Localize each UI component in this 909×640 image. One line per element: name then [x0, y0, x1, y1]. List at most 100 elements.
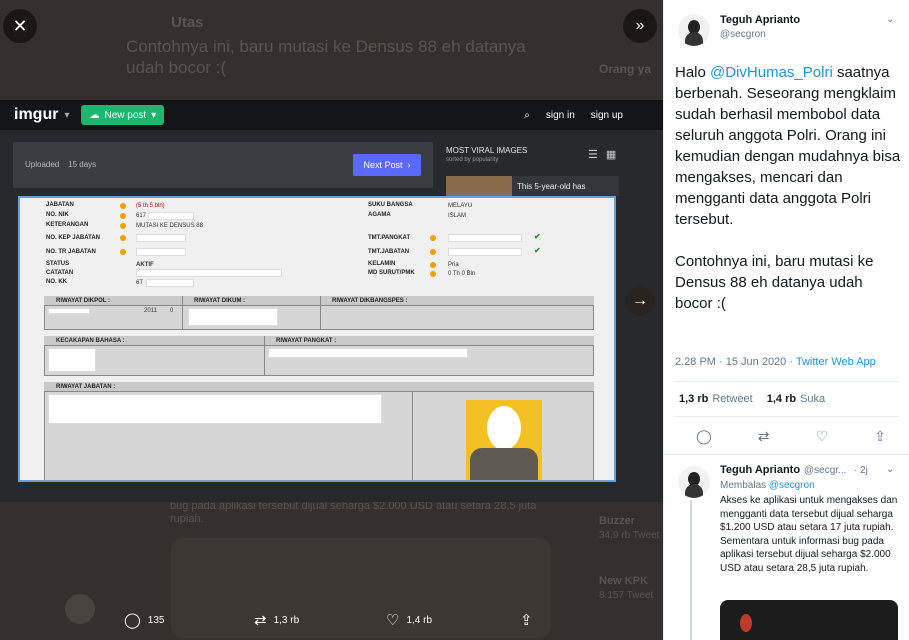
doc-val-nik: 617: [136, 213, 147, 219]
chevron-down-icon[interactable]: ⌄: [886, 464, 894, 475]
redaction-box: [136, 269, 282, 277]
doc-label-catatan: CATATAN: [46, 270, 74, 276]
help-icon: [120, 249, 126, 255]
retweet-stat[interactable]: 1,3 rb Retweet: [679, 393, 753, 405]
doc-val-jabatan: (5 th 5 bln): [136, 203, 165, 209]
doc-val-suku: MELAYU: [448, 203, 473, 209]
like-action[interactable]: ♡ 1,4 rb: [386, 611, 432, 629]
doc-riwayat-dikpol: RIWAYAT DIKPOL :: [56, 298, 111, 304]
section-header-bar: [44, 296, 594, 306]
doc-val-kk: 6T: [136, 280, 144, 286]
redaction-box: [48, 308, 90, 314]
help-icon: [430, 271, 436, 277]
author-handle[interactable]: @secgron: [720, 29, 766, 40]
doc-label-nik: NO. NIK: [46, 212, 69, 218]
heart-icon[interactable]: ♡: [816, 428, 829, 445]
uploaded-info: Uploaded 15 days: [25, 160, 97, 169]
sign-up-link: sign up: [590, 109, 623, 121]
section-divider: [182, 296, 183, 330]
reply-icon: ◯: [124, 612, 141, 629]
post-header-panel: Uploaded 15 days Next Post ›: [13, 142, 433, 188]
face-redaction: [487, 406, 521, 450]
redaction-box: [48, 348, 96, 372]
section-divider: [320, 296, 321, 330]
check-icon: ✔: [534, 246, 541, 255]
next-post-button: Next Post ›: [353, 154, 421, 176]
doc-label-suku: SUKU BANGSA: [368, 202, 413, 208]
reply-author-handle[interactable]: @secgr...: [804, 465, 846, 476]
like-count: 1,4 rb: [406, 614, 433, 626]
bg-buzzer: Buzzer: [599, 515, 636, 527]
redaction-box: [448, 248, 522, 256]
bg-utas-title: Utas: [171, 14, 204, 31]
tweet-stats: 1,3 rb Retweet 1,4 rb Suka: [679, 393, 825, 405]
help-icon: [430, 262, 436, 268]
doc-riwayat-dikbang: RIWAYAT DIKBANGSPES :: [332, 298, 408, 304]
tweet-meta: 2.28 PM · 15 Jun 2020 · Twitter Web App: [675, 356, 876, 368]
viral-thumbnail: This 5-year-old has: [446, 176, 619, 196]
retweet-action[interactable]: ⇄ 1,3 rb: [254, 611, 299, 629]
bg-orang-ya: Orang ya: [599, 62, 652, 76]
redaction-box: [48, 394, 382, 424]
doc-val-keterangan: MUTASI KE DENSUS 88: [136, 223, 203, 229]
section-header-bar: [44, 382, 594, 392]
most-viral-heading: MOST VIRAL IMAGES sorted by popularity: [446, 146, 528, 163]
help-icon: [120, 203, 126, 209]
divider: [675, 381, 899, 382]
share-icon[interactable]: ⇪: [874, 428, 886, 445]
doc-riwayat-dikum: RIWAYAT DIKUM :: [194, 298, 246, 304]
redaction-box: [136, 248, 186, 256]
reply-text: Akses ke aplikasi untuk mengakses dan me…: [720, 495, 898, 574]
like-stat[interactable]: 1,4 rb Suka: [767, 393, 825, 405]
collapse-panel-icon[interactable]: »: [623, 9, 657, 43]
sorted-by-label: sorted by popularity: [446, 157, 499, 163]
help-icon: [430, 235, 436, 241]
leaked-document-image: JABATAN (5 th 5 bln) NO. NIK 617 KETERAN…: [18, 196, 616, 482]
mention-link[interactable]: @DivHumas_Polri: [710, 64, 833, 81]
reply-avatar[interactable]: [678, 466, 710, 498]
divider: [675, 416, 899, 417]
chevron-down-icon[interactable]: ⌄: [886, 14, 894, 25]
retweet-icon: ⇄: [254, 612, 267, 629]
thread-line: [690, 500, 692, 640]
bg-media-card: [171, 538, 551, 638]
doc-dikpol-n: 0: [170, 308, 174, 314]
close-icon[interactable]: ✕: [3, 9, 37, 43]
heart-icon: ♡: [386, 612, 400, 629]
avatar[interactable]: [678, 14, 710, 46]
section-divider: [412, 392, 413, 480]
bg-quoted-text: Contohnya ini, baru mutasi ke Densus 88 …: [126, 37, 526, 77]
chevron-down-icon: ▾: [151, 109, 157, 121]
tweet-text: Halo @DivHumas_Polri saatnya berbenah. S…: [675, 62, 903, 335]
imgur-topbar: imgur ▾ ☁ New post ▾ ⌕ sign in sign up: [0, 100, 663, 130]
section-divider: [264, 336, 265, 376]
tweet-source[interactable]: Twitter Web App: [796, 356, 876, 368]
tweet-time[interactable]: 2.28 PM · 15 Jun 2020 ·: [675, 356, 796, 368]
imgur-logo: imgur: [14, 106, 59, 123]
help-icon: [430, 249, 436, 255]
bg-avatar: [65, 594, 95, 624]
doc-dikpol-year: 2011: [144, 308, 157, 314]
new-post-label: New post: [104, 109, 147, 121]
doc-val-agama: ISLAM: [448, 213, 467, 219]
bg-bottom-text: bug pada aplikasi tersebut dijual seharg…: [170, 500, 537, 525]
share-icon: ⇪: [520, 612, 533, 629]
doc-label-notr: NO. TR JABATAN: [46, 249, 96, 255]
doc-label-nokk: NO. KK: [46, 279, 67, 285]
doc-label-tmt-pangkat: TMT.PANGKAT: [368, 235, 411, 241]
reply-media-thumbnail[interactable]: [720, 600, 898, 640]
doc-val-md: 0 Th 0 Bln: [448, 271, 476, 277]
doc-riwayat-jabatan: RIWAYAT JABATAN :: [56, 384, 116, 390]
sign-in-link: sign in: [545, 109, 575, 121]
reply-author-name[interactable]: Teguh Aprianto: [720, 464, 800, 476]
share-action[interactable]: ⇪: [520, 611, 533, 629]
reply-action[interactable]: ◯ 135: [124, 611, 164, 629]
reply-icon[interactable]: ◯: [696, 428, 712, 445]
author-name[interactable]: Teguh Aprianto: [720, 14, 800, 26]
replying-to-link[interactable]: @secgron: [769, 480, 815, 491]
arrow-right-icon[interactable]: →: [625, 286, 655, 316]
retweet-icon[interactable]: ⇄: [758, 428, 770, 445]
help-icon: [120, 235, 126, 241]
redaction-box: [148, 212, 194, 220]
doc-riwayat-pangkat: RIWAYAT PANGKAT :: [276, 338, 337, 344]
